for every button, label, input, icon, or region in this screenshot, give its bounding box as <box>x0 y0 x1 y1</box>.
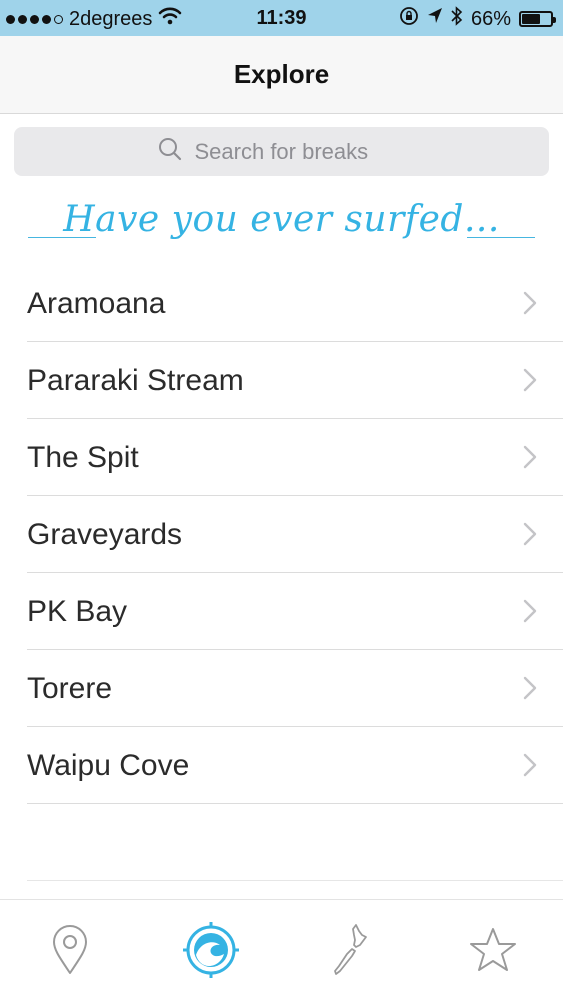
breaks-list: Aramoana Pararaki Stream The Spit Graveyard… <box>0 265 563 881</box>
status-right: 66% <box>399 6 556 32</box>
new-zealand-map-icon <box>332 923 372 982</box>
search-field[interactable] <box>14 127 549 176</box>
chevron-right-icon <box>523 368 537 397</box>
break-name: The Spit <box>27 440 139 474</box>
map-pin-icon <box>50 924 90 981</box>
tab-map-pin[interactable] <box>40 922 100 982</box>
tab-favorites[interactable] <box>463 922 523 982</box>
explore-screen: 2degrees 11:39 66% Explore Search for br… <box>0 0 563 1000</box>
battery-icon <box>519 11 556 27</box>
break-name: Graveyards <box>27 517 183 551</box>
empty-row <box>0 804 563 881</box>
orientation-lock-icon <box>399 6 419 32</box>
list-item[interactable]: Pararaki Stream <box>0 342 563 419</box>
break-name: PK Bay <box>27 594 128 628</box>
banner-divider-right <box>467 237 535 238</box>
chevron-right-icon <box>523 522 537 551</box>
break-name: Aramoana <box>27 286 166 320</box>
break-name: Pararaki Stream <box>27 363 244 397</box>
tab-bar <box>0 899 563 1000</box>
list-item[interactable]: Waipu Cove <box>0 727 563 804</box>
search-input[interactable] <box>192 137 407 166</box>
break-name: Torere <box>27 671 113 705</box>
status-bar: 2degrees 11:39 66% <box>0 0 563 36</box>
list-item[interactable]: The Spit <box>0 419 563 496</box>
location-arrow-icon <box>427 7 443 31</box>
tab-explore[interactable] <box>181 921 241 984</box>
navigation-bar: Explore <box>0 36 563 114</box>
list-item[interactable]: Graveyards <box>0 496 563 573</box>
search-bar[interactable] <box>14 127 549 176</box>
chevron-right-icon <box>523 676 537 705</box>
list-item[interactable]: Aramoana <box>0 265 563 342</box>
wave-compass-icon <box>182 921 240 984</box>
chevron-right-icon <box>523 753 537 782</box>
banner-text: Have you ever surfed... <box>63 199 500 240</box>
chevron-right-icon <box>523 445 537 474</box>
page-title: Explore <box>233 59 330 89</box>
break-name: Waipu Cove <box>27 748 190 782</box>
tab-new-zealand[interactable] <box>322 922 382 982</box>
list-item[interactable]: Torere <box>0 650 563 727</box>
chevron-right-icon <box>523 291 537 320</box>
battery-percent: 66% <box>470 7 511 30</box>
star-icon <box>468 926 518 979</box>
bluetooth-icon <box>451 6 463 32</box>
chevron-right-icon <box>523 599 537 628</box>
search-icon <box>157 136 183 168</box>
surf-banner: Have you ever surfed... <box>0 195 563 265</box>
list-item[interactable]: PK Bay <box>0 573 563 650</box>
